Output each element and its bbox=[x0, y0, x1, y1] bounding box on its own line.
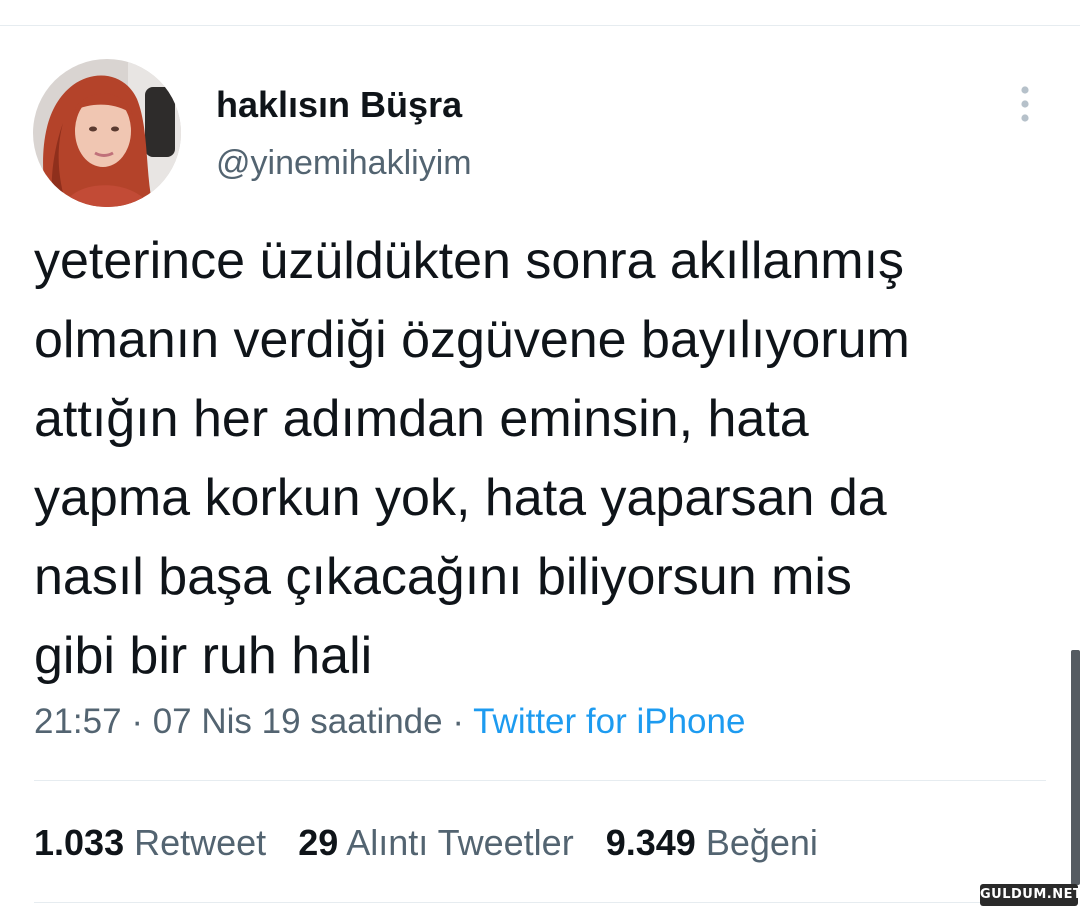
like-count: 9.349 bbox=[605, 822, 696, 863]
tweet-text-line: attığın her adımdan eminsin, hata bbox=[34, 390, 809, 448]
vertical-ellipsis-icon bbox=[1021, 86, 1029, 122]
avatar-image bbox=[33, 59, 181, 207]
tweet-date[interactable]: 07 Nis 19 saatinde bbox=[153, 702, 443, 741]
quote-count: 29 bbox=[298, 822, 339, 863]
tweet-time[interactable]: 21:57 bbox=[34, 702, 122, 741]
user-handle[interactable]: @yinemihakliyim bbox=[216, 144, 472, 183]
retweet-label: Retweet bbox=[134, 822, 267, 863]
more-options-button[interactable] bbox=[1006, 84, 1044, 124]
tweet-text-line: yapma korkun yok, hata yaparsan da bbox=[34, 469, 887, 527]
tweet-text-line: yeterince üzüldükten sonra akıllanmış bbox=[34, 232, 905, 290]
meta-separator: · bbox=[121, 702, 153, 741]
like-count-link[interactable]: 9.349 Beğeni bbox=[606, 822, 818, 863]
meta-separator: · bbox=[442, 702, 474, 741]
divider bbox=[34, 902, 1046, 903]
display-name[interactable]: haklısın Büşra bbox=[216, 84, 462, 126]
tweet-text-line: olmanın verdiği özgüvene bayılıyorum bbox=[34, 311, 910, 369]
like-label: Beğeni bbox=[705, 822, 818, 863]
retweet-count-link[interactable]: 1.033 Retweet bbox=[34, 822, 266, 863]
top-divider bbox=[0, 25, 1080, 26]
watermark: GULDUM.NET bbox=[980, 884, 1080, 906]
tweet-text: yeterince üzüldükten sonra akıllanmış ol… bbox=[34, 222, 1044, 696]
quote-count-link[interactable]: 29 Alıntı Tweetler bbox=[298, 822, 574, 863]
tweet-source-link[interactable]: Twitter for iPhone bbox=[473, 702, 745, 741]
tweet-text-line: gibi bir ruh hali bbox=[34, 627, 373, 685]
tweet-text-line: nasıl başa çıkacağını biliyorsun mis bbox=[34, 548, 852, 606]
avatar[interactable] bbox=[33, 59, 181, 207]
divider bbox=[34, 780, 1046, 781]
tweet-meta: 21:57 · 07 Nis 19 saatinde · Twitter for… bbox=[34, 702, 745, 742]
quote-label: Alıntı Tweetler bbox=[346, 822, 574, 863]
tweet-page: haklısın Büşra @yinemihakliyim yeterince… bbox=[0, 0, 1080, 909]
retweet-count: 1.033 bbox=[34, 822, 125, 863]
scrollbar[interactable] bbox=[1071, 650, 1080, 885]
tweet-stats: 1.033 Retweet 29 Alıntı Tweetler 9.349 Beğ… bbox=[34, 822, 850, 864]
